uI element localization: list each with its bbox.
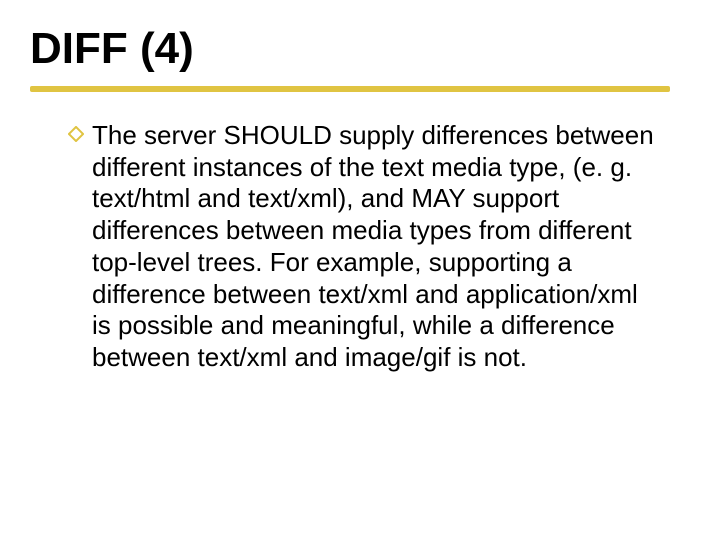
bullet-square-icon (68, 120, 88, 148)
slide-title: DIFF (4) (30, 24, 194, 74)
bullet-text: The server SHOULD supply differences bet… (92, 120, 658, 374)
body-area: The server SHOULD supply differences bet… (68, 120, 658, 374)
bullet-item: The server SHOULD supply differences bet… (68, 120, 658, 374)
title-underline (30, 86, 670, 92)
slide: DIFF (4) The server SHOULD supply differ… (0, 0, 720, 540)
